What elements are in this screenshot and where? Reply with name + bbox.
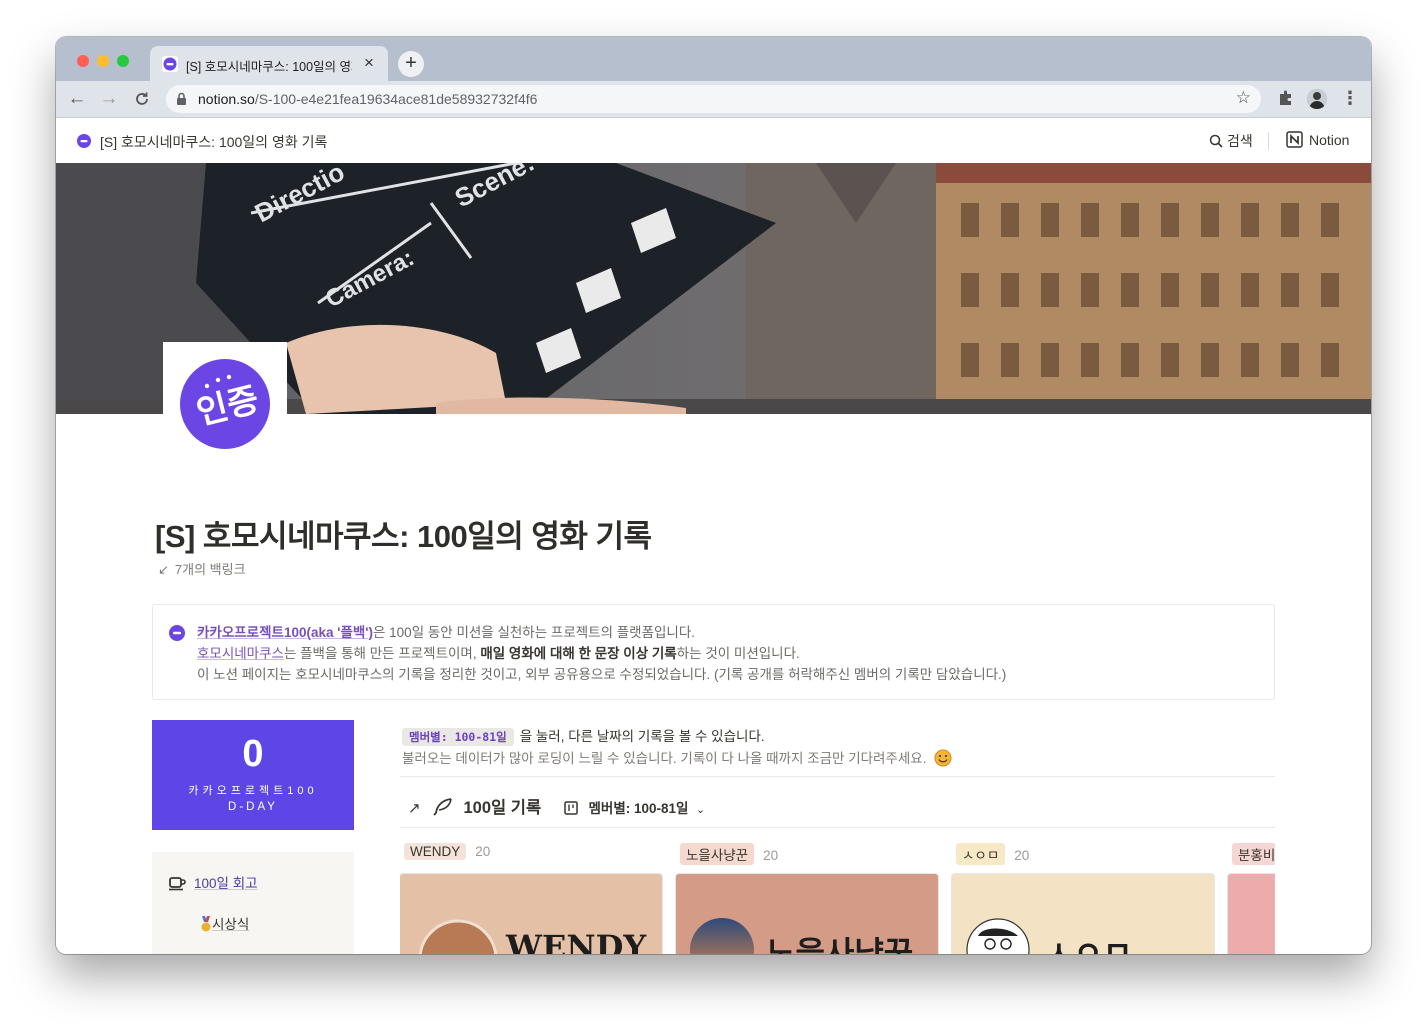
browser-window: [S] 호모시네마쿠스: 100일의 영화 기 × + ← → notion.s…	[56, 37, 1371, 954]
cup-icon	[169, 877, 186, 891]
board-card[interactable]: 노을사냥꾼	[676, 874, 938, 954]
search-icon	[1209, 134, 1223, 148]
notion-logo-icon	[1286, 131, 1303, 148]
topbar-divider	[1268, 132, 1269, 150]
maximize-window-button[interactable]	[117, 55, 129, 67]
reload-icon[interactable]	[131, 88, 153, 110]
board-card[interactable]	[1228, 874, 1275, 954]
board-view: WENDY 20 WENDY 노을사냥꾼 20 노을사냥꾼 ㅅㅇㅁ 20 ㅅㅇㅁ 분홍…	[400, 837, 1275, 954]
divider	[400, 776, 1275, 777]
page-icon-small	[77, 134, 91, 148]
new-tab-button[interactable]: +	[398, 51, 424, 77]
dday-number: 0	[242, 733, 264, 775]
member-view-chip: 멤버별: 100-81일	[402, 728, 514, 746]
page-icon[interactable]: 인증	[163, 342, 287, 466]
backlink-arrow-icon: ↙	[158, 562, 169, 577]
extensions-puzzle-icon[interactable]	[1277, 89, 1295, 107]
bookmark-star-icon[interactable]: ☆	[1236, 88, 1251, 108]
smile-emoji-icon	[934, 749, 952, 767]
board-card[interactable]: ㅅㅇㅁ	[952, 874, 1214, 954]
address-bar[interactable]: notion.so/S-100-e4e21fea19634ace81de5893…	[166, 85, 1261, 113]
card-title: WENDY	[506, 928, 647, 954]
notion-topbar: [S] 호모시네마쿠스: 100일의 영화 기록 검색 Notion	[56, 118, 1371, 163]
board-view-icon	[564, 801, 578, 815]
close-tab-icon[interactable]: ×	[364, 53, 374, 73]
divider	[400, 827, 1275, 828]
tab-title: [S] 호모시네마쿠스: 100일의 영화 기	[186, 60, 352, 74]
breadcrumb-page-title[interactable]: [S] 호모시네마쿠스: 100일의 영화 기록	[100, 132, 327, 152]
database-header: ↗ 100일 기록 멤버별: 100-81일 ⌄	[408, 794, 705, 818]
homocinemacus-link[interactable]: 호모시네마쿠스	[197, 646, 284, 661]
browser-toolbar: ← → notion.so/S-100-e4e21fea19634ace81de…	[56, 81, 1371, 118]
search-button[interactable]: 검색	[1209, 131, 1253, 151]
intro-callout: 카카오프로젝트100(aka '플백')은 100일 동안 미션을 실천하는 프…	[152, 604, 1275, 700]
callout-badge-icon	[169, 625, 185, 641]
minimize-window-button[interactable]	[97, 55, 109, 67]
dday-label: D-DAY	[228, 801, 278, 813]
lock-icon	[177, 92, 186, 105]
profile-avatar[interactable]	[1307, 89, 1327, 109]
url-text: notion.so/S-100-e4e21fea19634ace81de5893…	[198, 91, 538, 107]
loading-hint: 불러오는 데이터가 많아 로딩이 느릴 수 있습니다. 기록이 다 나올 때까지…	[402, 747, 952, 767]
favicon-icon	[162, 56, 178, 72]
open-database-arrow-icon[interactable]: ↗	[408, 800, 421, 817]
card-title: 노을사냥꾼	[766, 934, 914, 954]
page-title[interactable]: [S] 호모시네마쿠스: 100일의 영화 기록	[155, 511, 652, 556]
medal-icon	[201, 916, 211, 932]
database-title[interactable]: 100일 기록	[463, 799, 541, 817]
member-view-hint: 멤버별: 100-81일 을 눌러, 다른 날짜의 기록을 볼 수 있습니다.	[402, 725, 765, 746]
column-count: 20	[763, 848, 779, 863]
dday-project-label: 카카오프로젝트100	[188, 785, 318, 797]
forward-arrow-icon[interactable]: →	[98, 88, 120, 110]
dday-banner: 0 카카오프로젝트100 D-DAY	[152, 720, 354, 830]
browser-menu-icon[interactable]: ⋮	[1341, 87, 1359, 109]
tab-strip: [S] 호모시네마쿠스: 100일의 영화 기 × +	[56, 37, 1371, 81]
menu-item-retrospective[interactable]: 100일 회고	[168, 872, 258, 892]
column-tag[interactable]: 분홍비	[1232, 843, 1275, 865]
side-menu: 100일 회고 시상식	[152, 852, 354, 954]
callout-text: 카카오프로젝트100(aka '플백')은 100일 동안 미션을 실천하는 프…	[197, 625, 1007, 682]
feather-icon	[433, 798, 452, 816]
back-arrow-icon[interactable]: ←	[66, 88, 88, 110]
notion-button[interactable]: Notion	[1286, 131, 1349, 148]
column-count: 20	[475, 844, 491, 859]
column-tag[interactable]: ㅅㅇㅁ	[956, 843, 1006, 865]
board-card[interactable]: WENDY	[400, 874, 662, 954]
view-selector[interactable]: 멤버별: 100-81일	[589, 801, 689, 816]
close-window-button[interactable]	[77, 55, 89, 67]
browser-tab[interactable]: [S] 호모시네마쿠스: 100일의 영화 기 ×	[150, 46, 388, 81]
column-count: 20	[1014, 848, 1030, 863]
menu-item-awards[interactable]: 시상식	[200, 913, 249, 933]
backlinks-link[interactable]: ↙ 7개의 백링크	[158, 559, 246, 578]
column-tag[interactable]: 노을사냥꾼	[680, 843, 755, 865]
chevron-down-icon[interactable]: ⌄	[696, 804, 705, 816]
card-title: ㅅㅇㅁ	[1044, 934, 1133, 954]
column-tag[interactable]: WENDY	[404, 843, 467, 860]
kakao-project-link[interactable]: 카카오프로젝트100(aka '플백')	[197, 625, 373, 640]
